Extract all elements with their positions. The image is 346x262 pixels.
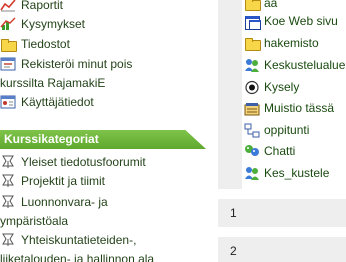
activity-kysely[interactable]: Kysely xyxy=(244,78,299,96)
activity-label: Koe Web sivu xyxy=(264,14,338,28)
sidebar-item-label: Käyttäjätiedot xyxy=(21,95,94,109)
category-item-label: Yhteiskuntatieteiden-, liiketalouden- ja… xyxy=(0,233,155,262)
section-number: 1 xyxy=(230,206,237,220)
activity-keskustelualue[interactable]: Keskustelualue xyxy=(244,56,345,74)
activity-label: Kes_kustele xyxy=(264,166,330,180)
category-item-label: Yleiset tiedotusfoorumit xyxy=(21,155,146,169)
category-item-natural-resources[interactable]: Luonnonvara- ja ympäristöala xyxy=(0,193,150,231)
chat-icon xyxy=(244,144,260,159)
choice-icon xyxy=(244,80,260,95)
web-page-icon xyxy=(244,14,261,30)
course-categories-header: Kurssikategoriat xyxy=(0,130,206,149)
user-profile-icon xyxy=(0,95,16,109)
activity-kes-kustele[interactable]: Kes_kustele xyxy=(244,164,329,182)
activity-muistio-tassa[interactable]: Muistio tässä xyxy=(244,99,334,117)
section-number: 2 xyxy=(230,244,237,258)
sidebar-item-label: Raportit xyxy=(21,0,64,12)
unenrol-icon xyxy=(0,57,16,71)
course-page: Raportit Kysymykset Tiedostot Rekisteröi… xyxy=(0,0,346,262)
sidebar-item-reports[interactable]: Raportit xyxy=(0,0,63,14)
category-item-projects[interactable]: Projektit ja tiimit xyxy=(0,173,105,190)
activity-label: Kysely xyxy=(264,80,300,94)
activity-hakemisto[interactable]: hakemisto xyxy=(244,34,319,52)
sidebar-item-unenrol[interactable]: Rekisteröi minut pois kurssilta Rajamaki… xyxy=(0,55,140,93)
activity-koe-web-sivu[interactable]: Koe Web sivu xyxy=(244,12,338,30)
report-chart-icon xyxy=(0,0,16,12)
folder-icon xyxy=(0,37,17,52)
activity-label: Keskustelualue xyxy=(264,58,346,72)
course-category-icon xyxy=(0,195,16,209)
sidebar-item-questions[interactable]: Kysymykset xyxy=(0,16,85,33)
sidebar-item-files[interactable]: Tiedostot xyxy=(0,36,70,53)
sidebar-item-label: Kysymykset xyxy=(21,17,86,31)
section-1: 1 xyxy=(218,199,346,227)
journal-icon xyxy=(244,101,260,116)
category-item-label: Projektit ja tiimit xyxy=(21,174,106,188)
activity-label: aa xyxy=(264,0,278,10)
forum-icon xyxy=(244,58,260,73)
course-category-icon xyxy=(0,174,16,188)
sidebar-item-profile[interactable]: Käyttäjätiedot xyxy=(0,94,94,111)
activity-label: Chatti xyxy=(264,144,296,158)
activity-label: Muistio tässä xyxy=(264,101,335,115)
category-item-social-sciences[interactable]: Yhteiskuntatieteiden-, liiketalouden- ja… xyxy=(0,231,165,262)
course-category-icon xyxy=(0,155,16,169)
course-category-icon xyxy=(0,233,16,247)
forum-icon xyxy=(244,166,260,181)
activity-oppitunti[interactable]: oppitunti xyxy=(244,121,309,139)
folder-icon xyxy=(244,36,261,51)
activity-aa[interactable]: aa xyxy=(244,0,277,12)
folder-icon xyxy=(244,0,261,11)
category-item-label: Luonnonvara- ja ympäristöala xyxy=(0,195,108,228)
left-sidebar: Raportit Kysymykset Tiedostot Rekisteröi… xyxy=(0,0,208,262)
activity-chatti[interactable]: Chatti xyxy=(244,142,295,160)
sidebar-item-label: Rekisteröi minut pois kurssilta Rajamaki… xyxy=(0,57,133,90)
activity-label: hakemisto xyxy=(264,36,319,50)
questions-chart-icon xyxy=(0,17,16,31)
sidebar-item-label: Tiedostot xyxy=(21,37,70,51)
activity-label: oppitunti xyxy=(264,123,310,137)
section-2: 2 xyxy=(218,237,346,262)
category-item-general-forums[interactable]: Yleiset tiedotusfoorumit xyxy=(0,154,146,171)
lesson-icon xyxy=(244,123,260,138)
